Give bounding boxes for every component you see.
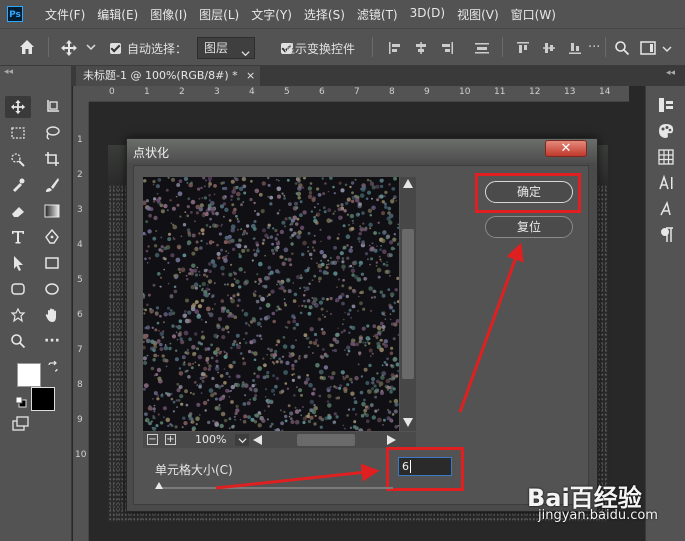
baidu-watermark-url: jingyan.baidu.com: [538, 508, 658, 523]
annotation-arrows: [215, 242, 524, 490]
arrow-to-ok-button: [458, 242, 524, 413]
arrow-to-cell-size-input: [215, 463, 380, 490]
